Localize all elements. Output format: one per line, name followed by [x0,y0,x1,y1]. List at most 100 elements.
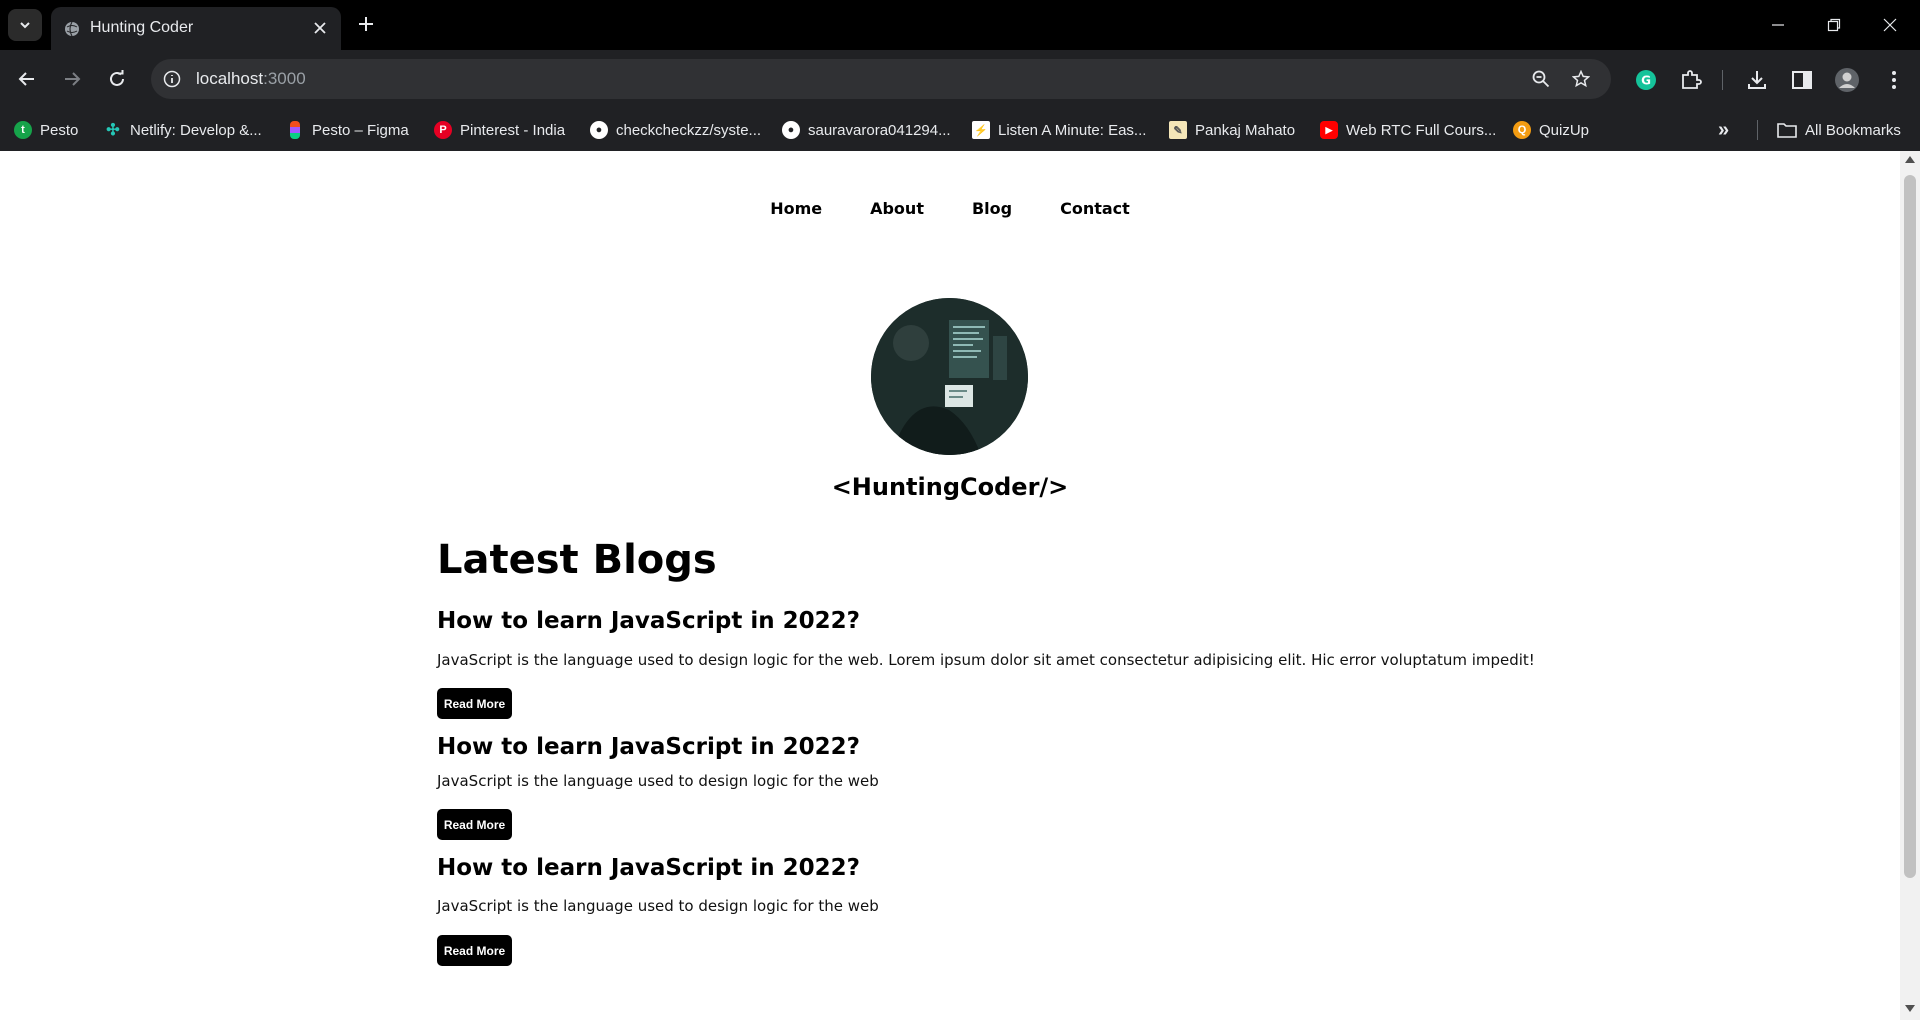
restore-button[interactable] [1806,0,1862,50]
youtube-icon: ▶ [1320,121,1338,139]
reload-button[interactable] [100,62,134,96]
bookmarks-divider [1757,120,1758,140]
tab-close-button[interactable] [309,17,331,39]
all-bookmarks-button[interactable]: All Bookmarks [1777,118,1901,142]
avatar-icon [1835,68,1859,92]
brand-title: <HuntingCoder/> [831,473,1069,501]
scroll-up-arrow-icon[interactable] [1905,156,1915,163]
site-nav: Home About Blog Contact [0,199,1900,218]
bookmark-item[interactable]: Pesto – Figma [290,118,409,142]
url-host: localhost [196,69,264,88]
new-tab-button[interactable] [352,10,380,38]
blog-post: How to learn JavaScript in 2022? JavaScr… [437,608,1535,719]
star-icon [1572,70,1590,88]
post-excerpt: JavaScript is the language used to desig… [437,772,879,790]
window-close-button[interactable] [1862,0,1918,50]
listen-a-minute-icon: ⚡ [972,121,990,139]
bookmark-item[interactable]: ✣ Netlify: Develop &... [104,118,261,142]
github-icon: ● [782,121,800,139]
post-title[interactable]: How to learn JavaScript in 2022? [437,734,860,760]
arrow-left-icon [18,72,34,86]
minimize-button[interactable] [1750,0,1806,50]
minimize-icon [1772,24,1784,26]
netlify-icon: ✣ [106,122,120,139]
post-title[interactable]: How to learn JavaScript in 2022? [437,608,860,634]
reload-icon [110,70,124,86]
browser-toolbar: localhost:3000 G [0,50,1920,108]
tab-search-button[interactable] [8,9,42,41]
bookmark-item[interactable]: ● checkcheckzz/syste... [590,118,761,142]
blog-section: Latest Blogs How to learn JavaScript in … [437,536,1537,966]
profile-button[interactable] [1833,66,1861,94]
address-bar[interactable]: localhost:3000 [151,59,1611,99]
close-icon [1883,18,1897,32]
tab-strip: Hunting Coder [0,0,1920,50]
bookmark-item[interactable]: t Pesto [14,118,78,142]
scrollbar-thumb[interactable] [1904,175,1916,878]
post-title[interactable]: How to learn JavaScript in 2022? [437,855,860,881]
restore-icon [1827,18,1841,32]
scroll-down-arrow-icon[interactable] [1905,1005,1915,1012]
bookmark-item[interactable]: Q QuizUp [1513,118,1589,142]
coder-illustration [871,298,1028,455]
back-button[interactable] [10,62,44,96]
section-title: Latest Blogs [437,537,717,583]
grammarly-icon: G [1636,70,1656,90]
post-excerpt: JavaScript is the language used to desig… [437,651,1535,669]
forward-button[interactable] [55,62,89,96]
pesto-icon: t [14,121,32,139]
site-info-button[interactable] [161,68,183,90]
side-panel-icon [1792,71,1812,89]
read-more-button[interactable]: Read More [437,809,512,840]
zoom-out-icon [1532,70,1550,88]
more-vertical-icon [1892,71,1896,89]
svg-text:G: G [1641,74,1651,88]
close-icon [314,22,326,34]
bookmark-item[interactable]: ✎ Pankaj Mahato [1169,118,1295,142]
post-excerpt: JavaScript is the language used to desig… [437,897,879,915]
zoom-button[interactable] [1530,68,1552,90]
blog-post: How to learn JavaScript in 2022? JavaScr… [437,734,879,840]
arrow-right-icon [65,72,81,86]
github-icon: ● [590,121,608,139]
active-tab[interactable]: Hunting Coder [51,7,341,50]
quizup-icon: Q [1513,121,1531,139]
grammarly-extension-button[interactable]: G [1632,66,1660,94]
extensions-button[interactable] [1677,66,1705,94]
read-more-button[interactable]: Read More [437,688,512,719]
bookmark-item[interactable]: ▶ Web RTC Full Cours... [1320,118,1496,142]
bookmark-item[interactable]: P Pinterest - India [434,118,565,142]
url-text: localhost:3000 [196,69,306,89]
chevron-double-right-icon: » [1718,118,1730,141]
page-viewport: Home About Blog Contact <HuntingCoder/> … [0,151,1900,1020]
page-scrollbar[interactable] [1900,151,1920,1020]
blog-post: How to learn JavaScript in 2022? JavaScr… [437,855,879,966]
info-icon [163,70,181,88]
hero-image [871,298,1028,455]
pinterest-icon: P [434,121,452,139]
downloads-button[interactable] [1743,66,1771,94]
globe-icon [65,21,79,37]
nav-link-contact[interactable]: Contact [1060,199,1130,218]
more-bookmarks-button[interactable]: » [1718,118,1729,142]
toolbar-divider [1722,70,1723,90]
side-panel-button[interactable] [1788,66,1816,94]
chevron-down-icon [20,22,30,29]
puzzle-icon [1682,70,1702,89]
nav-link-about[interactable]: About [870,199,924,218]
tab-title: Hunting Coder [90,19,194,36]
url-port: :3000 [263,69,306,88]
plus-icon [359,17,373,31]
folder-icon [1777,123,1797,138]
figma-icon [290,121,300,139]
nav-link-blog[interactable]: Blog [972,199,1012,218]
bookmark-item[interactable]: ⚡ Listen A Minute: Eas... [972,118,1146,142]
browser-menu-button[interactable] [1880,66,1908,94]
nav-link-home[interactable]: Home [770,199,822,218]
bookmark-star-button[interactable] [1570,68,1592,90]
document-icon: ✎ [1169,121,1187,139]
bookmark-item[interactable]: ● sauravarora041294... [782,118,951,142]
read-more-button[interactable]: Read More [437,935,512,966]
bookmarks-bar: t Pesto ✣ Netlify: Develop &... Pesto – Fi… [0,108,1920,151]
download-icon [1748,71,1766,89]
